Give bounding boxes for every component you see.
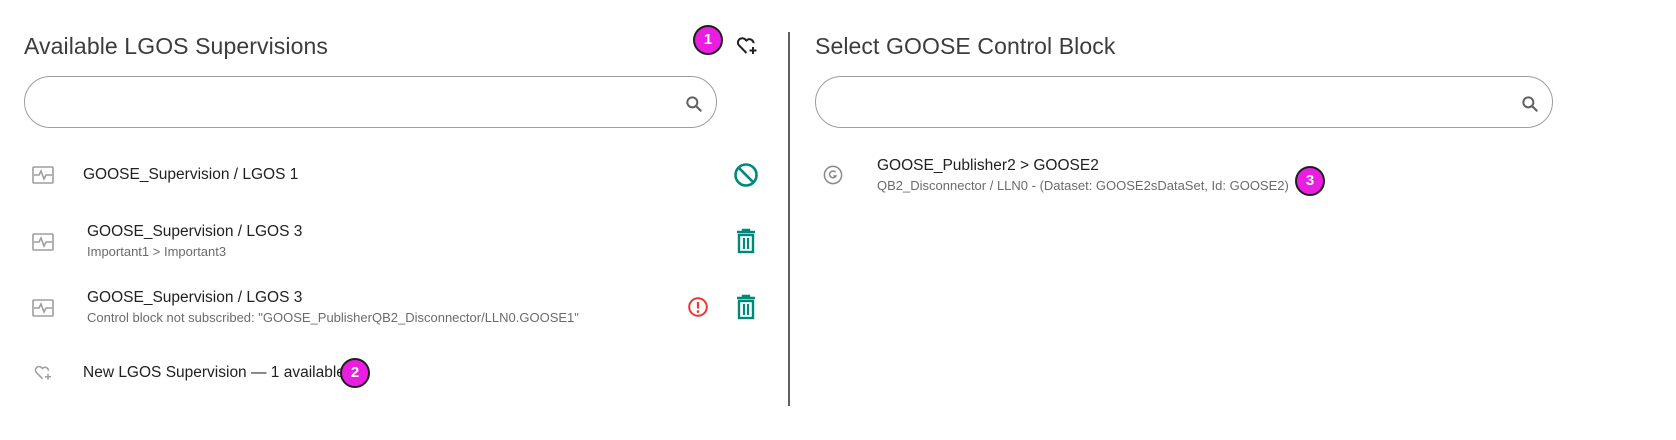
supervision-icon <box>32 299 54 317</box>
annotation-badge-3: 3 <box>1295 166 1325 196</box>
list-item-primary: GOOSE_Supervision / LGOS 3 <box>87 289 303 306</box>
list-item[interactable]: GOOSE_Supervision / LGOS 3 Control block… <box>87 289 579 325</box>
right-search-input[interactable] <box>838 85 1502 123</box>
list-item-secondary: QB2_Disconnector / LLN0 - (Dataset: GOOS… <box>877 178 1289 193</box>
new-supervision-item[interactable]: New LGOS Supervision — 1 available <box>83 364 345 382</box>
delete-icon[interactable] <box>735 228 757 254</box>
new-supervision-label: New LGOS Supervision — 1 available <box>83 364 345 381</box>
block-icon[interactable] <box>733 162 759 188</box>
search-icon[interactable] <box>684 94 704 114</box>
panel-divider <box>788 32 790 406</box>
left-search-input[interactable] <box>47 85 671 123</box>
list-item-secondary: Important1 > Important3 <box>87 244 227 259</box>
list-item[interactable]: GOOSE_Supervision / LGOS 3 Important1 > … <box>87 223 302 259</box>
list-item-primary: GOOSE_Publisher2 > GOOSE2 <box>877 157 1099 174</box>
left-search-field[interactable] <box>24 76 717 128</box>
available-supervisions-title: Available LGOS Supervisions <box>24 33 328 59</box>
supervision-icon <box>32 233 54 251</box>
error-icon <box>688 297 708 317</box>
annotation-badge-1: 1 <box>693 25 723 55</box>
delete-icon[interactable] <box>735 294 757 320</box>
annotation-badge-2: 2 <box>340 358 370 388</box>
list-item-secondary: Control block not subscribed: "GOOSE_Pub… <box>87 310 579 325</box>
right-search-field[interactable] <box>815 76 1553 128</box>
list-item-primary: GOOSE_Supervision / LGOS 3 <box>87 223 303 240</box>
goose-g-icon <box>823 165 843 185</box>
search-icon[interactable] <box>1520 94 1540 114</box>
select-control-block-title: Select GOOSE Control Block <box>815 33 1116 59</box>
heart-plus-icon[interactable] <box>735 34 759 58</box>
heart-plus-icon <box>34 365 51 380</box>
list-item[interactable]: GOOSE_Supervision / LGOS 1 <box>83 166 298 184</box>
list-item[interactable]: GOOSE_Publisher2 > GOOSE2 QB2_Disconnect… <box>877 157 1289 193</box>
supervision-icon <box>32 166 54 184</box>
list-item-primary: GOOSE_Supervision / LGOS 1 <box>83 166 299 183</box>
